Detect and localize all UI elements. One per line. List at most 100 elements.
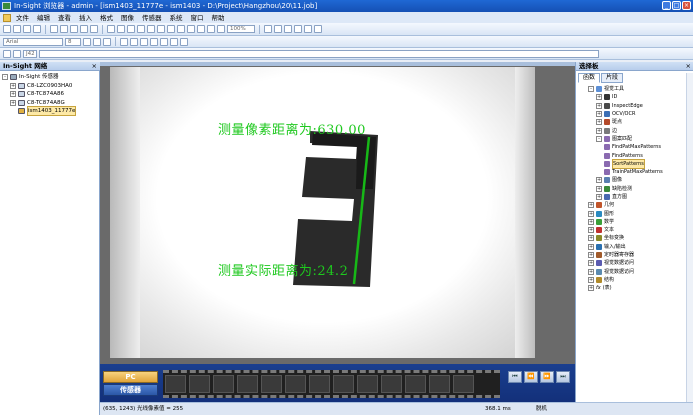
tab-snippets[interactable]: 片段 xyxy=(601,73,624,83)
expand-icon[interactable]: + xyxy=(596,127,602,134)
font-size-combo[interactable]: 8 xyxy=(65,37,81,46)
close-button[interactable]: × xyxy=(682,1,691,10)
function-tree-item[interactable]: + fx (表) xyxy=(580,284,692,292)
expand-icon[interactable]: + xyxy=(10,99,16,106)
cell-icon[interactable] xyxy=(3,49,11,58)
expand-icon[interactable]: + xyxy=(588,227,594,234)
zoom-in-icon[interactable] xyxy=(107,25,115,33)
menu-help[interactable]: 帮助 xyxy=(209,13,228,23)
record-icon[interactable] xyxy=(304,25,312,33)
bold-icon[interactable] xyxy=(83,37,91,46)
expand-icon[interactable]: + xyxy=(588,210,594,217)
formula-bar[interactable] xyxy=(39,49,599,58)
align-left-icon[interactable] xyxy=(120,37,128,46)
expand-icon[interactable]: + xyxy=(588,285,594,292)
menu-format[interactable]: 格式 xyxy=(97,13,116,23)
collapse-icon[interactable]: - xyxy=(596,135,602,142)
film-frame[interactable] xyxy=(429,375,450,393)
menu-file[interactable]: 文件 xyxy=(13,13,32,23)
expand-icon[interactable]: + xyxy=(588,243,594,250)
film-frame[interactable] xyxy=(333,375,354,393)
filmstrip[interactable] xyxy=(163,370,500,398)
zoom-out-icon[interactable] xyxy=(117,25,125,33)
function-tree-item[interactable]: - 图案匹配 xyxy=(580,135,692,143)
graphics-icon[interactable] xyxy=(217,25,225,33)
network-panel-close-button[interactable]: × xyxy=(92,62,97,71)
expand-icon[interactable]: + xyxy=(588,260,594,267)
align-center-icon[interactable] xyxy=(130,37,138,46)
collapse-icon[interactable]: - xyxy=(2,74,8,81)
expand-icon[interactable]: + xyxy=(588,202,594,209)
prev-frame-button[interactable]: ⏪ xyxy=(524,371,538,383)
function-tree-item[interactable]: + 结构 xyxy=(580,276,692,284)
expand-icon[interactable]: + xyxy=(596,177,602,184)
film-frame[interactable] xyxy=(285,375,306,393)
function-tree-item[interactable]: + OCV/OCR xyxy=(580,110,692,118)
minimize-button[interactable]: _ xyxy=(662,1,671,10)
save-icon[interactable] xyxy=(23,25,31,33)
copy-icon[interactable] xyxy=(60,25,68,33)
menu-sensor[interactable]: 传感器 xyxy=(139,13,165,23)
print-icon[interactable] xyxy=(33,25,41,33)
border-icon[interactable] xyxy=(170,37,178,46)
custom-view-icon[interactable] xyxy=(197,25,205,33)
tree-item-sensor[interactable]: + C8-TC874A86 xyxy=(2,90,98,99)
function-tree-item[interactable]: + 数学 xyxy=(580,218,692,226)
function-tree-item[interactable]: + 边 xyxy=(580,126,692,134)
format-cell-icon[interactable] xyxy=(180,37,188,46)
film-frame[interactable] xyxy=(261,375,282,393)
spreadsheet-icon[interactable] xyxy=(187,25,195,33)
font-color-icon[interactable] xyxy=(160,37,168,46)
app-menu-icon[interactable] xyxy=(3,13,11,22)
font-combo[interactable]: Arial xyxy=(3,37,63,46)
film-frame[interactable] xyxy=(237,375,258,393)
expand-icon[interactable]: + xyxy=(588,218,594,225)
tab-functions[interactable]: 函数 xyxy=(578,73,601,83)
expand-icon[interactable]: + xyxy=(596,102,602,109)
function-tree-item[interactable]: + 文本 xyxy=(580,226,692,234)
tree-item-sensor-selected[interactable]: ism1403_11777e xyxy=(2,106,98,117)
expand-icon[interactable]: + xyxy=(596,119,602,126)
film-frame[interactable] xyxy=(189,375,210,393)
collapse-icon[interactable]: - xyxy=(588,86,594,93)
last-frame-button[interactable]: ⏭ xyxy=(556,371,570,383)
function-tree-item[interactable]: + ID xyxy=(580,93,692,101)
function-tree-item[interactable]: + 几何 xyxy=(580,201,692,209)
film-frame[interactable] xyxy=(357,375,378,393)
image-only-icon[interactable] xyxy=(207,25,215,33)
menu-window[interactable]: 窗口 xyxy=(188,13,207,23)
cell-reference[interactable]: J42 xyxy=(23,49,37,58)
film-frame[interactable] xyxy=(165,375,186,393)
maximize-button[interactable]: □ xyxy=(672,1,681,10)
fill-color-icon[interactable] xyxy=(150,37,158,46)
function-tree-item[interactable]: + InspectEdge xyxy=(580,102,692,110)
pc-button[interactable]: PC xyxy=(103,371,158,383)
first-frame-button[interactable]: ⏮ xyxy=(508,371,522,383)
function-tree-item[interactable]: - 视觉工具 xyxy=(580,85,692,93)
camera-image[interactable]: 测量像素距离为:630.00 测量实际距离为:24.2 xyxy=(110,67,535,358)
film-frame[interactable] xyxy=(405,375,426,393)
tree-item-root[interactable]: - In-Sight 传感器 xyxy=(2,73,98,82)
play-icon[interactable] xyxy=(284,25,292,33)
function-tree-item[interactable]: + 缺陷检测 xyxy=(580,185,692,193)
expand-icon[interactable]: + xyxy=(588,252,594,259)
align-right-icon[interactable] xyxy=(140,37,148,46)
film-frame[interactable] xyxy=(213,375,234,393)
expand-icon[interactable]: + xyxy=(596,111,602,118)
open-icon[interactable] xyxy=(13,25,21,33)
function-tree-item[interactable]: + 定时器寄存器 xyxy=(580,251,692,259)
menu-system[interactable]: 系统 xyxy=(167,13,186,23)
expand-icon[interactable]: + xyxy=(588,235,594,242)
expand-icon[interactable]: + xyxy=(596,185,602,192)
function-tree-item[interactable]: + 图像 xyxy=(580,176,692,184)
sensor-button[interactable]: 传感器 xyxy=(103,384,158,396)
expand-icon[interactable]: + xyxy=(10,91,16,98)
expand-icon[interactable]: + xyxy=(588,276,594,283)
film-frame[interactable] xyxy=(453,375,474,393)
zoom-100-icon[interactable] xyxy=(147,25,155,33)
prev-frame-icon[interactable] xyxy=(274,25,282,33)
live-video-icon[interactable] xyxy=(167,25,175,33)
menu-edit[interactable]: 编辑 xyxy=(34,13,53,23)
tree-item-sensor[interactable]: + C8-LZC0903HA0 xyxy=(2,82,98,91)
expand-icon[interactable]: + xyxy=(596,94,602,101)
